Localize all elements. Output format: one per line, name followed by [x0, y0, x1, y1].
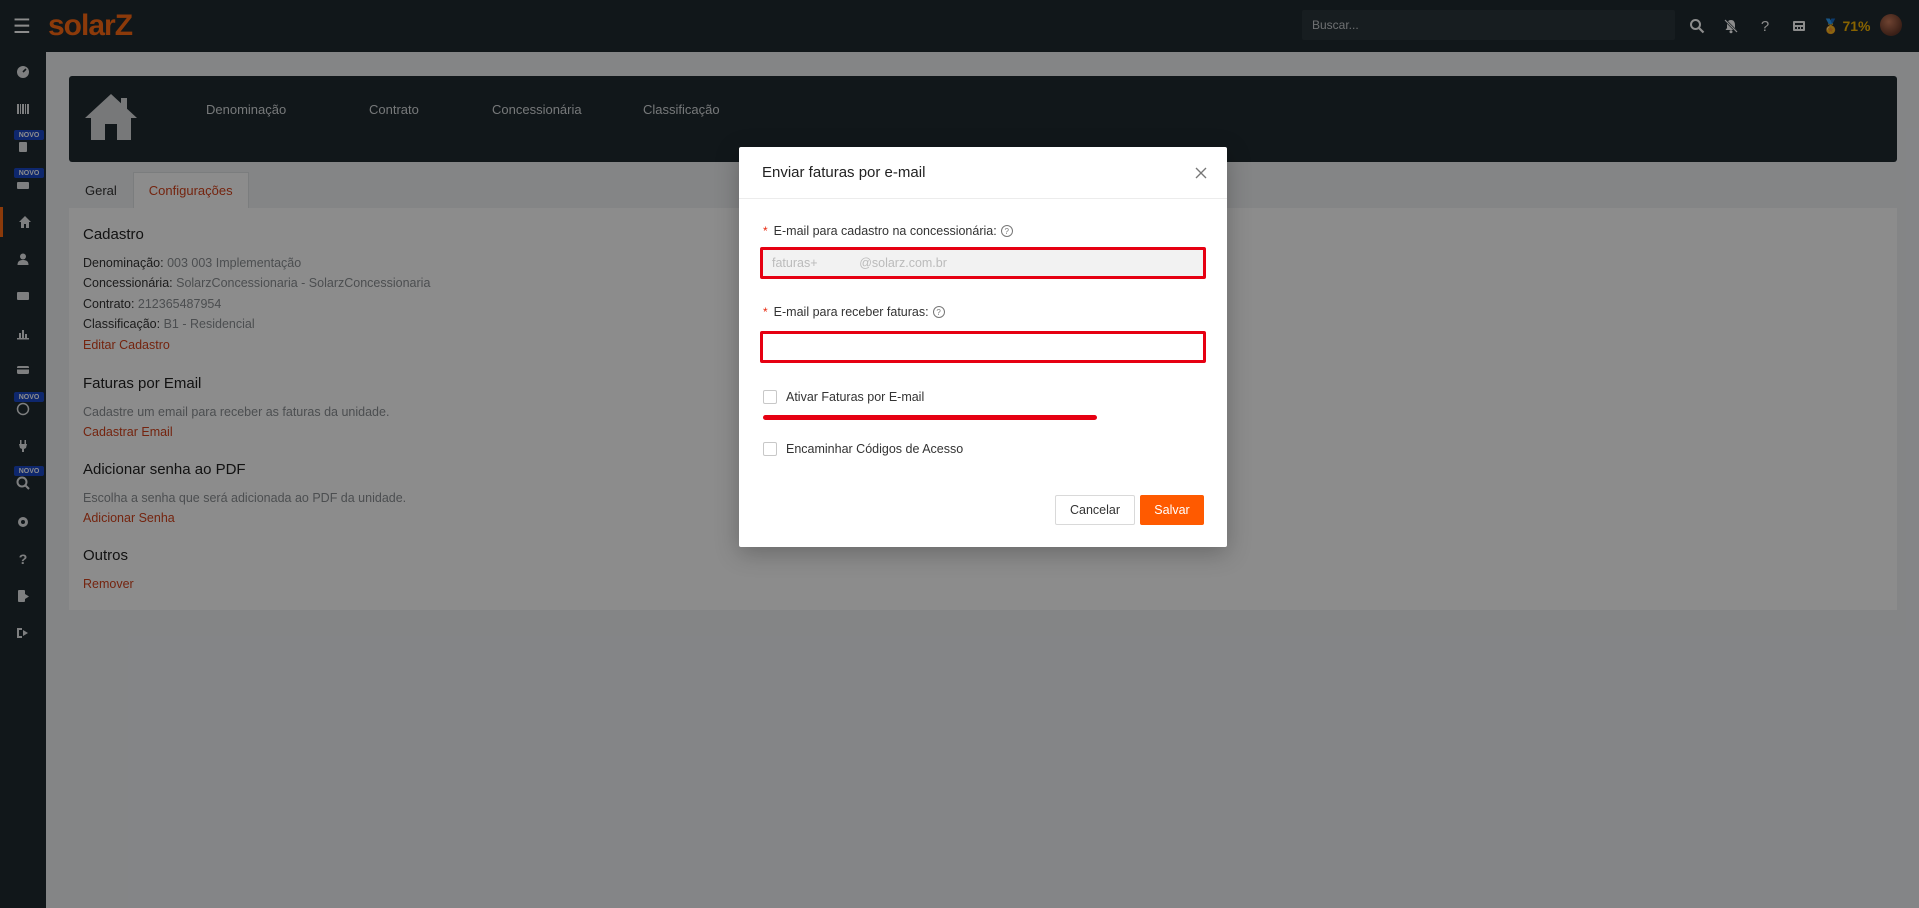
concessionaria-email-input[interactable]: [763, 250, 1203, 276]
encaminhar-codigos-row[interactable]: Encaminhar Códigos de Acesso: [763, 442, 963, 456]
encaminhar-codigos-checkbox[interactable]: [763, 442, 777, 456]
cancel-button[interactable]: Cancelar: [1055, 495, 1135, 525]
modal-header: Enviar faturas por e-mail: [739, 147, 1227, 199]
field2-label-text: E-mail para receber faturas:: [773, 305, 929, 319]
highlight-underline: [763, 415, 1097, 420]
receive-email-input[interactable]: [763, 334, 1203, 360]
receive-email-field[interactable]: [760, 331, 1206, 363]
ativar-faturas-checkbox[interactable]: [763, 390, 777, 404]
concessionaria-email-field[interactable]: [760, 247, 1206, 279]
help-circle-icon[interactable]: ?: [1000, 225, 1013, 237]
ativar-faturas-row[interactable]: Ativar Faturas por E-mail: [763, 390, 924, 404]
save-button[interactable]: Salvar: [1140, 495, 1204, 525]
close-icon[interactable]: [1191, 163, 1211, 183]
required-mark: *: [763, 305, 768, 319]
encaminhar-codigos-label: Encaminhar Códigos de Acesso: [786, 442, 964, 456]
field2-label: * E-mail para receber faturas: ?: [763, 305, 945, 319]
ativar-faturas-label: Ativar Faturas por E-mail: [786, 390, 925, 404]
email-invoices-modal: Enviar faturas por e-mail * E-mail para …: [739, 147, 1227, 547]
required-mark: *: [763, 224, 768, 238]
help-circle-icon[interactable]: ?: [932, 306, 945, 318]
modal-title: Enviar faturas por e-mail: [762, 164, 926, 181]
field1-label: * E-mail para cadastro na concessionária…: [763, 224, 1013, 238]
field1-label-text: E-mail para cadastro na concessionária:: [773, 224, 997, 238]
